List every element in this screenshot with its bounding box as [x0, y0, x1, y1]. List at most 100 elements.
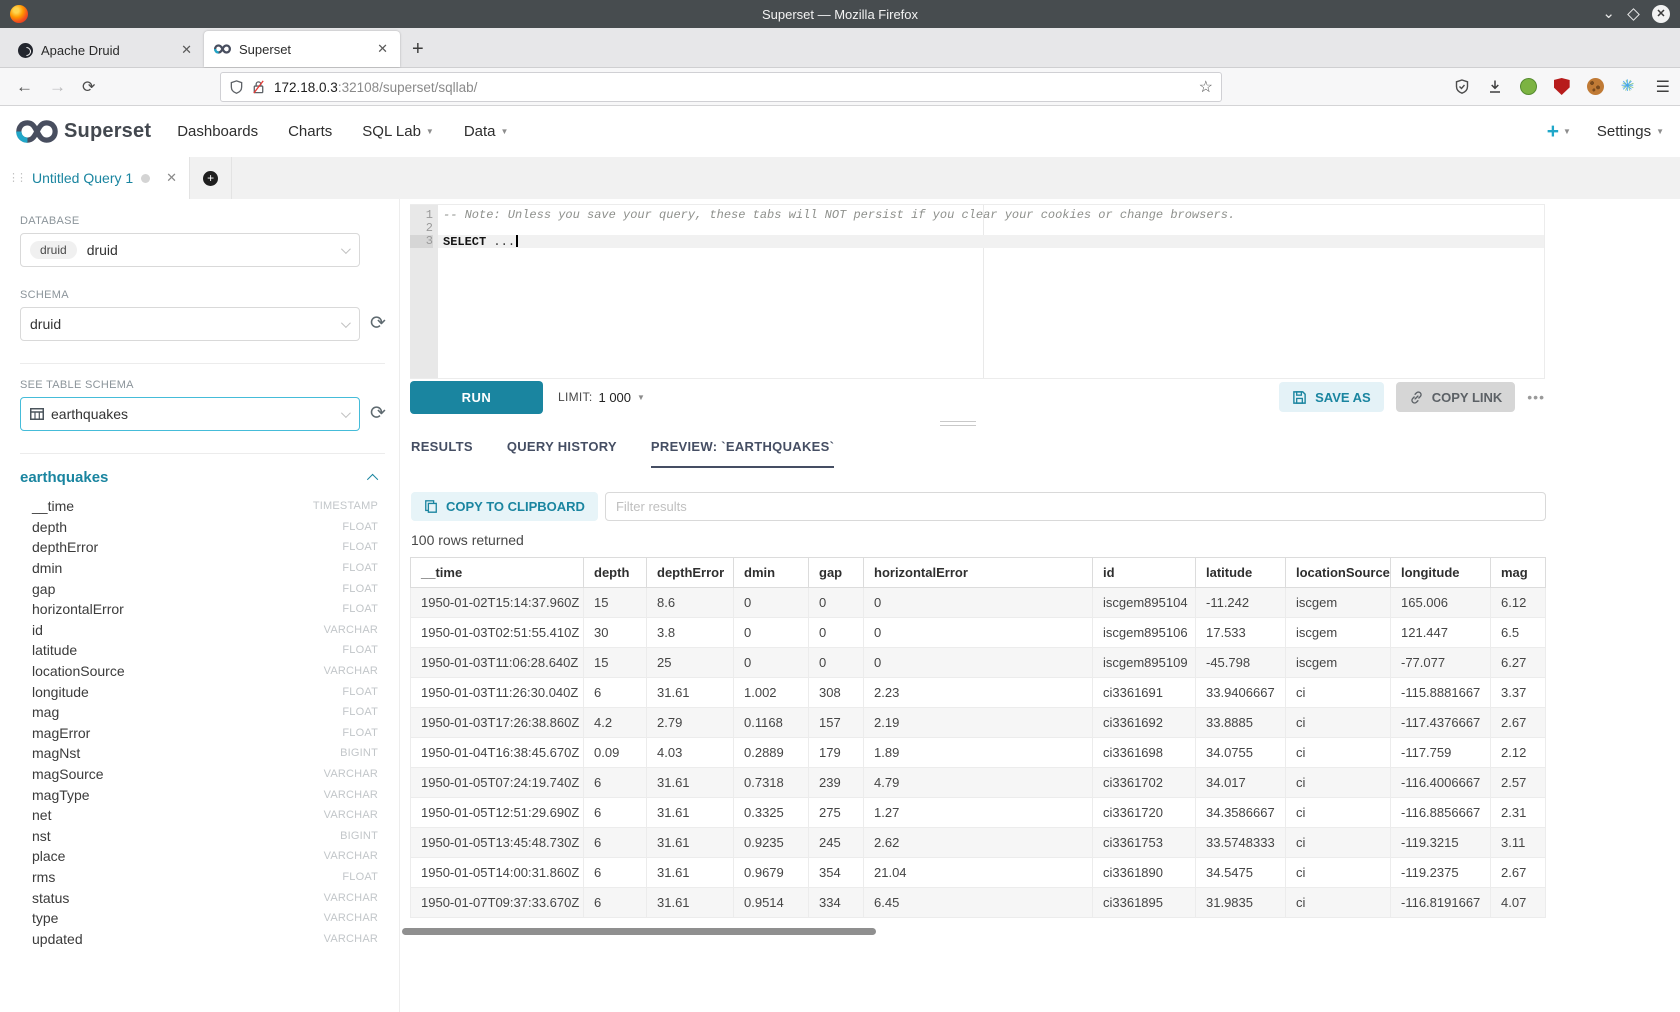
column-header[interactable]: latitude	[1196, 558, 1286, 588]
column-header[interactable]: longitude	[1391, 558, 1491, 588]
close-query-tab-icon[interactable]: ✕	[166, 170, 177, 186]
url-bar[interactable]: 172.18.0.3:32108/superset/sqllab/ ☆	[220, 72, 1222, 102]
browser-navbar: ← → ⟳ 172.18.0.3:32108/superset/sqllab/ …	[0, 68, 1680, 106]
table-row: 1950-01-03T17:26:38.860Z4.22.790.1168157…	[411, 708, 1546, 738]
query-tab-untitled[interactable]: ⋮⋮ Untitled Query 1 ✕	[0, 157, 190, 199]
table-cell: 1950-01-03T02:51:55.410Z	[411, 618, 584, 648]
table-cell: 33.9406667	[1196, 678, 1286, 708]
column-header[interactable]: depthError	[647, 558, 734, 588]
ublock-shield-icon[interactable]	[1554, 78, 1570, 95]
column-header[interactable]: id	[1093, 558, 1196, 588]
pane-resize-handle[interactable]	[940, 421, 976, 429]
column-name: type	[32, 910, 58, 926]
chevron-down-icon	[341, 244, 351, 254]
tab-query-history[interactable]: QUERY HISTORY	[507, 439, 617, 466]
table-cell: ci3361895	[1093, 888, 1196, 918]
schema-column-row: netVARCHAR	[20, 805, 378, 826]
column-header[interactable]: gap	[809, 558, 864, 588]
table-cell: 354	[809, 858, 864, 888]
limit-dropdown[interactable]: LIMIT: 1 000 ▼	[558, 390, 645, 405]
close-tab-icon[interactable]: ✕	[375, 41, 390, 57]
column-header[interactable]: mag	[1491, 558, 1546, 588]
table-cell: 33.8885	[1196, 708, 1286, 738]
table-row: 1950-01-05T13:45:48.730Z631.610.92352452…	[411, 828, 1546, 858]
sparkle-extension-icon[interactable]: ✳✳	[1621, 78, 1639, 96]
table-schema-title[interactable]: earthquakes	[20, 469, 108, 486]
settings-menu[interactable]: Settings▼	[1597, 123, 1664, 140]
table-cell: 15	[584, 588, 647, 618]
table-select[interactable]: earthquakes	[20, 397, 360, 431]
insecure-lock-icon[interactable]	[251, 79, 266, 95]
database-select[interactable]: druid druid	[20, 233, 360, 267]
column-header[interactable]: depth	[584, 558, 647, 588]
table-cell: 1950-01-05T07:24:19.740Z	[411, 768, 584, 798]
column-header[interactable]: dmin	[734, 558, 809, 588]
table-cell: ci3361692	[1093, 708, 1196, 738]
back-icon[interactable]: ←	[16, 77, 33, 97]
browser-tab-superset[interactable]: Superset ✕	[204, 31, 400, 67]
table-cell: 275	[809, 798, 864, 828]
filter-results-input[interactable]	[605, 492, 1546, 521]
close-tab-icon[interactable]: ✕	[179, 42, 194, 58]
column-header[interactable]: locationSource	[1286, 558, 1391, 588]
table-cell: 1950-01-05T12:51:29.690Z	[411, 798, 584, 828]
table-cell: -116.8191667	[1391, 888, 1491, 918]
schema-select[interactable]: druid	[20, 307, 360, 341]
limit-value: 1 000	[598, 390, 631, 405]
collapse-chevron-up-icon[interactable]	[367, 473, 378, 484]
forward-icon[interactable]: →	[49, 77, 66, 97]
column-header[interactable]: __time	[411, 558, 584, 588]
downloads-icon[interactable]	[1487, 78, 1503, 95]
table-cell: 0	[864, 588, 1093, 618]
tab-results[interactable]: RESULTS	[411, 439, 473, 466]
tracking-shield-icon[interactable]	[229, 79, 244, 95]
sql-editor[interactable]: 1 2 3 -- Note: Unless you save your quer…	[410, 204, 1545, 379]
divider	[20, 453, 385, 454]
table-cell: iscgem895104	[1093, 588, 1196, 618]
nav-dashboards[interactable]: Dashboards	[177, 123, 258, 140]
window-minimize-icon[interactable]: ⌄	[1602, 9, 1615, 19]
druid-favicon-icon	[18, 43, 33, 58]
menu-hamburger-icon[interactable]: ☰	[1656, 77, 1670, 97]
nav-data[interactable]: Data▼	[464, 123, 509, 140]
url-host: 172.18.0.3	[274, 80, 338, 95]
table-cell: 0.7318	[734, 768, 809, 798]
window-maximize-icon[interactable]	[1627, 8, 1640, 21]
new-item-button[interactable]: + ▼	[1547, 122, 1571, 142]
schema-column-row: gapFLOAT	[20, 578, 378, 599]
refresh-schema-icon[interactable]: ⟳	[370, 315, 386, 333]
browser-tab-druid[interactable]: Apache Druid ✕	[8, 33, 204, 67]
editor-code-area[interactable]: -- Note: Unless you save your query, the…	[438, 205, 1544, 378]
window-close-icon[interactable]: ✕	[1652, 5, 1670, 23]
column-name: latitude	[32, 642, 77, 658]
table-cell: 1950-01-02T15:14:37.960Z	[411, 588, 584, 618]
nav-charts[interactable]: Charts	[288, 123, 332, 140]
copy-to-clipboard-button[interactable]: COPY TO CLIPBOARD	[411, 492, 598, 521]
nav-sql-lab[interactable]: SQL Lab▼	[362, 123, 434, 140]
run-button[interactable]: RUN	[410, 381, 543, 414]
column-type: FLOAT	[342, 871, 378, 883]
bookmark-star-icon[interactable]: ☆	[1199, 77, 1213, 97]
reload-icon[interactable]: ⟳	[82, 77, 95, 97]
more-actions-icon[interactable]: •••	[1527, 389, 1545, 405]
table-cell: 0	[864, 648, 1093, 678]
tab-preview-earthquakes[interactable]: PREVIEW: `EARTHQUAKES`	[651, 439, 834, 466]
column-header[interactable]: horizontalError	[864, 558, 1093, 588]
horizontal-scrollbar[interactable]	[402, 928, 876, 935]
save-as-button[interactable]: SAVE AS	[1279, 382, 1384, 412]
add-query-tab-button[interactable]: +	[190, 157, 232, 199]
extension-green-icon[interactable]	[1520, 78, 1537, 95]
table-cell: 15	[584, 648, 647, 678]
new-tab-icon[interactable]: +	[412, 38, 424, 67]
table-cell: 34.3586667	[1196, 798, 1286, 828]
table-cell: 121.447	[1391, 618, 1491, 648]
table-cell: 6	[584, 828, 647, 858]
drag-handle-icon[interactable]: ⋮⋮	[8, 173, 24, 183]
refresh-table-icon[interactable]: ⟳	[370, 405, 386, 423]
table-cell: ci3361753	[1093, 828, 1196, 858]
copy-link-button[interactable]: COPY LINK	[1396, 382, 1516, 412]
table-cell: 6.45	[864, 888, 1093, 918]
shield-check-icon[interactable]	[1454, 78, 1470, 95]
superset-logo[interactable]: Superset	[16, 119, 151, 144]
cookie-extension-icon[interactable]	[1587, 78, 1604, 95]
